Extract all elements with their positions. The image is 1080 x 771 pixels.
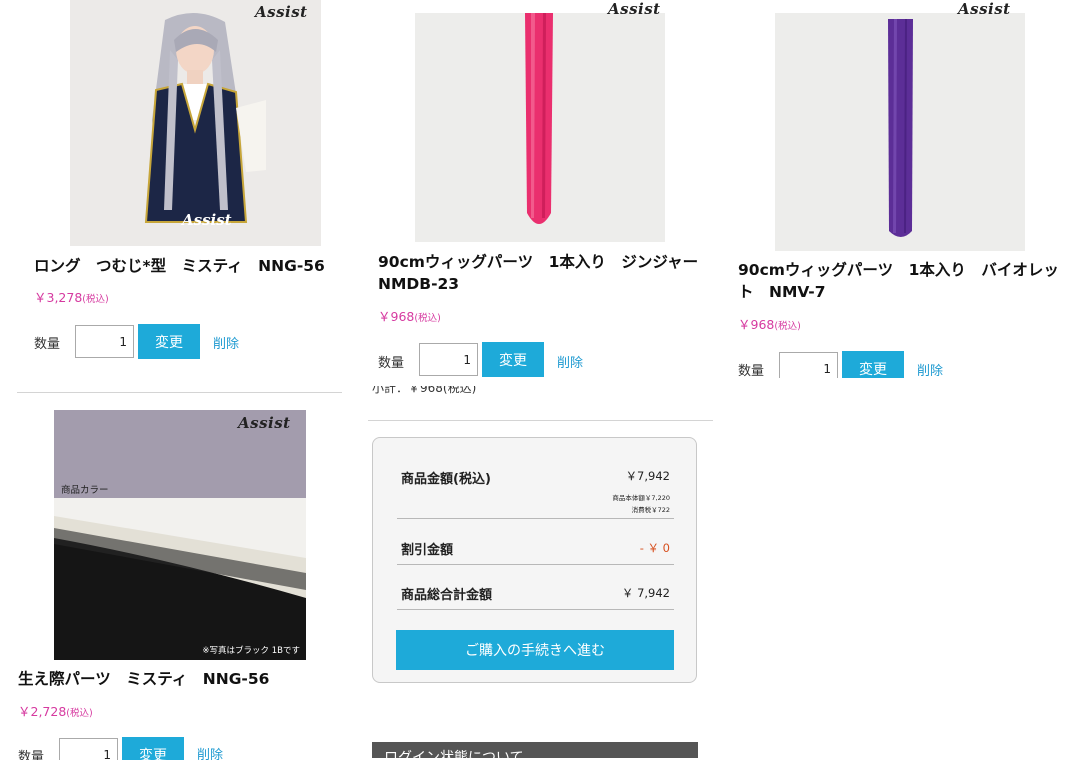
delete-link-2[interactable]: 削除	[557, 352, 583, 371]
qty-input-3[interactable]	[779, 352, 838, 378]
change-button-3[interactable]: 変更	[842, 351, 904, 378]
divider	[17, 392, 342, 393]
total-value: ￥ 7,942	[621, 586, 670, 600]
goods-amount-value: ￥7,942	[625, 469, 670, 483]
product-name-line: ト NMV-7	[738, 283, 826, 301]
product-price-2: ￥968(税込)	[378, 306, 441, 325]
tax-label: (税込)	[414, 313, 441, 324]
product-name-line: 90cmウィッグパーツ 1本入り ジンジャー	[378, 253, 699, 271]
change-button-4[interactable]: 変更	[122, 737, 184, 760]
qty-input-2[interactable]	[419, 343, 478, 376]
photo-note: ※写真はブラック 1Bです	[202, 646, 300, 656]
delete-link-4[interactable]: 削除	[197, 744, 223, 760]
violet-hair-part-illustration	[775, 13, 1025, 251]
color-label: 商品カラー	[61, 485, 109, 496]
delete-link-1[interactable]: 削除	[213, 333, 239, 352]
hairline-part-illustration	[54, 498, 306, 660]
product-price-1: ￥3,278(税込)	[34, 287, 109, 306]
delete-link-3[interactable]: 削除	[917, 360, 943, 378]
qty-label-2: 数量	[378, 356, 405, 371]
product-name-3[interactable]: 90cmウィッグパーツ 1本入り バイオレッ ト NMV-7	[738, 259, 1059, 303]
change-button-2[interactable]: 変更	[482, 342, 544, 377]
tax-label: (税込)	[774, 321, 801, 332]
discount-value: - ￥ 0	[639, 541, 670, 555]
brand-logo-3: Assist	[958, 0, 1011, 18]
tax-label: (税込)	[66, 708, 93, 719]
product-image-2[interactable]	[415, 13, 665, 242]
qty-input-1[interactable]	[75, 325, 134, 358]
pink-hair-part-illustration	[415, 13, 665, 242]
wig-model-illustration: Assist	[70, 0, 321, 246]
product-name-2[interactable]: 90cmウィッグパーツ 1本入り ジンジャー NMDB-23	[378, 251, 698, 295]
login-status-bar[interactable]: ログイン状態について	[372, 742, 698, 758]
product-name-1[interactable]: ロング つむじ*型 ミスティ NNG-56	[34, 255, 325, 277]
price-value: ￥968	[378, 309, 415, 324]
product-price-4: ￥2,728(税込)	[18, 701, 93, 720]
product-image-1[interactable]: Assist	[70, 0, 321, 246]
divider	[368, 420, 713, 421]
product-name-4[interactable]: 生え際パーツ ミスティ NNG-56	[18, 668, 269, 690]
product-image-4[interactable]: 商品カラー ※写真はブラック 1Bです	[54, 410, 306, 660]
svg-text:Assist: Assist	[180, 211, 232, 229]
price-value: ￥2,728	[18, 704, 67, 719]
product-name-line: NMDB-23	[378, 275, 460, 293]
brand-logo-2: Assist	[608, 0, 661, 18]
proceed-checkout-button[interactable]: ご購入の手続きへ進む	[396, 630, 674, 670]
qty-label-1: 数量	[34, 337, 61, 352]
subtotal-cut-off: 小計：￥968(税込)	[372, 386, 702, 398]
tax-label: (税込)	[82, 294, 109, 305]
brand-logo-1: Assist	[255, 3, 308, 21]
qty-input-4[interactable]	[59, 738, 118, 760]
divider	[397, 609, 674, 610]
brand-logo-4: Assist	[238, 414, 291, 432]
subtotal-text: 小計：￥968(税込)	[372, 386, 477, 395]
price-value: ￥3,278	[34, 290, 83, 305]
product-image-3[interactable]	[775, 13, 1025, 251]
goods-amount-label: 商品金額(税込)	[401, 472, 491, 487]
price-value: ￥968	[738, 317, 775, 332]
goods-base-amount: 商品本体額￥7,220	[612, 494, 670, 502]
product-3-qty-row-clip: 数量 変更 削除	[730, 340, 1070, 378]
divider	[397, 518, 674, 519]
qty-label-3: 数量	[738, 364, 765, 378]
product-price-3: ￥968(税込)	[738, 314, 801, 333]
change-button-1[interactable]: 変更	[138, 324, 200, 359]
consumption-tax: 消費税￥722	[631, 506, 670, 514]
total-label: 商品総合計金額	[401, 588, 493, 603]
product-name-line: 90cmウィッグパーツ 1本入り バイオレッ	[738, 261, 1059, 279]
product-4-qty-row-clip: 数量 変更 削除	[10, 735, 350, 760]
divider	[397, 564, 674, 565]
login-status-text: ログイン状態について	[384, 750, 524, 758]
qty-label-4: 数量	[18, 750, 45, 760]
discount-label: 割引金額	[401, 543, 454, 558]
